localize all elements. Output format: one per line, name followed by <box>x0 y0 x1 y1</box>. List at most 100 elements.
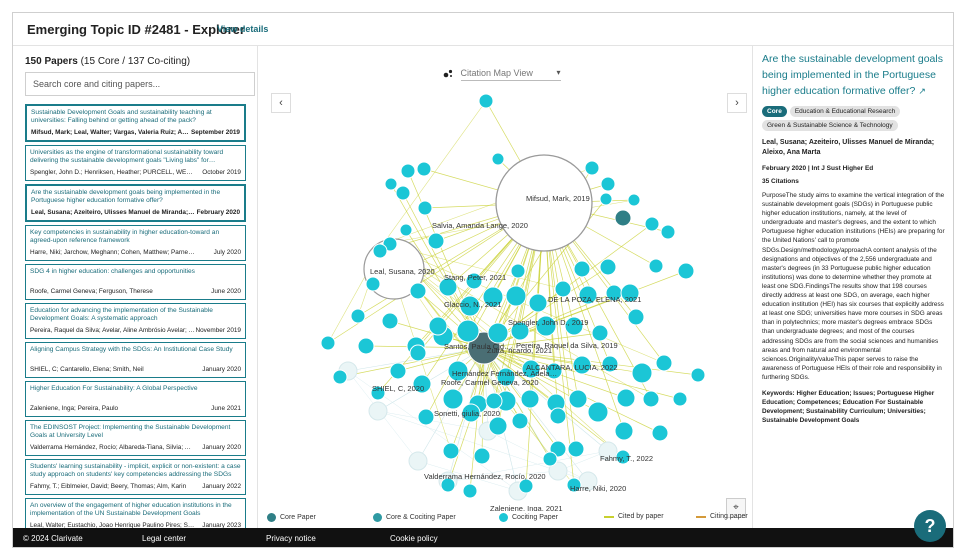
graph-node[interactable] <box>584 160 600 176</box>
graph-node[interactable] <box>511 412 529 430</box>
graph-node[interactable] <box>357 337 375 355</box>
graph-node[interactable] <box>600 176 616 192</box>
help-button[interactable]: ? <box>914 510 946 542</box>
graph-node[interactable] <box>672 391 688 407</box>
paper-card[interactable]: An overview of the engagement of higher … <box>25 498 246 528</box>
graph-node-label[interactable]: Harre, Niki, 2020 <box>570 484 626 493</box>
graph-node[interactable] <box>416 161 432 177</box>
view-details-link[interactable]: View details <box>217 24 268 34</box>
graph-node[interactable] <box>568 389 588 409</box>
view-selector[interactable]: Citation Map View ▾ <box>443 68 561 81</box>
graph-node[interactable] <box>478 93 494 109</box>
graph-node[interactable] <box>442 388 464 410</box>
graph-node[interactable] <box>518 478 534 494</box>
graph-node[interactable] <box>395 185 411 201</box>
paper-card[interactable]: Higher Education For Sustainability: A G… <box>25 381 246 417</box>
graph-node[interactable] <box>599 258 617 276</box>
graph-node[interactable] <box>400 163 416 179</box>
graph-node[interactable] <box>365 276 381 292</box>
graph-node[interactable] <box>399 223 413 237</box>
graph-node[interactable] <box>485 392 503 410</box>
graph-node-label[interactable]: Fahmy, T., 2022 <box>600 454 653 463</box>
paper-card[interactable]: Sustainable Development Goals and sustai… <box>25 104 246 142</box>
graph-node[interactable] <box>627 308 645 326</box>
graph-node[interactable] <box>442 442 460 460</box>
graph-node[interactable] <box>510 263 526 279</box>
paper-title[interactable]: SDG 4 in higher education: challenges an… <box>30 268 241 284</box>
paper-card[interactable]: The EDINSOST Project: Implementing the S… <box>25 420 246 456</box>
graph-node[interactable] <box>528 293 548 313</box>
graph-node-label[interactable]: Sonetti, giulia, 2020 <box>434 409 500 418</box>
graph-node[interactable] <box>599 192 613 206</box>
graph-node-label[interactable]: Valderrama Hernández, Rocío, 2020 <box>424 472 546 481</box>
graph-node[interactable] <box>642 390 660 408</box>
privacy-notice-link[interactable]: Privacy notice <box>266 534 316 543</box>
graph-node-label[interactable]: Glaccio, N., 2021 <box>444 300 502 309</box>
graph-node[interactable] <box>648 258 664 274</box>
graph-node[interactable] <box>332 369 348 385</box>
paper-card[interactable]: Aligning Campus Strategy with the SDGs: … <box>25 342 246 378</box>
graph-node-label[interactable]: Mifsud, Mark, 2019 <box>526 194 590 203</box>
graph-node-label[interactable]: SHIEL, C, 2020 <box>372 384 424 393</box>
graph-node[interactable] <box>614 421 634 441</box>
paper-card[interactable]: Are the sustainable development goals be… <box>25 184 246 222</box>
graph-node-label[interactable]: Zutta, ricardo, 2021 <box>487 346 552 355</box>
paper-title[interactable]: Aligning Campus Strategy with the SDGs: … <box>30 346 241 362</box>
graph-node[interactable] <box>409 344 427 362</box>
detail-title[interactable]: Are the sustainable development goals be… <box>762 51 945 99</box>
graph-node[interactable] <box>631 362 653 384</box>
graph-node[interactable] <box>520 389 540 409</box>
cookie-policy-link[interactable]: Cookie policy <box>390 534 438 543</box>
citation-map[interactable]: Mifsud, Mark, 2019 Leal, Susana, 2020 Salv… <box>258 81 752 511</box>
paper-title[interactable]: Key competencies in sustainability in hi… <box>30 229 241 245</box>
graph-node[interactable] <box>542 451 558 467</box>
graph-node[interactable] <box>417 200 433 216</box>
graph-node[interactable] <box>409 282 427 300</box>
search-input[interactable]: Search core and citing papers... <box>25 72 255 96</box>
graph-node[interactable] <box>491 152 505 166</box>
graph-node[interactable] <box>456 319 480 343</box>
graph-node[interactable] <box>428 316 448 336</box>
paper-title[interactable]: An overview of the engagement of higher … <box>30 502 241 518</box>
legal-center-link[interactable]: Legal center <box>142 534 186 543</box>
graph-node[interactable] <box>651 424 669 442</box>
graph-node-core[interactable] <box>614 209 632 227</box>
detail-title-text[interactable]: Are the sustainable development goals be… <box>762 53 943 97</box>
graph-node[interactable] <box>408 451 428 471</box>
graph-node-label[interactable]: Spengler, John D., 2019 <box>508 318 588 327</box>
paper-card[interactable]: SDG 4 in higher education: challenges an… <box>25 264 246 300</box>
graph-node[interactable] <box>573 260 591 278</box>
graph-node[interactable] <box>644 216 660 232</box>
graph-node-label[interactable]: Stang, Peter, 2021 <box>444 273 506 282</box>
graph-node[interactable] <box>487 322 509 344</box>
paper-card[interactable]: Universities as the engine of transforma… <box>25 145 246 181</box>
graph-node[interactable] <box>567 440 585 458</box>
paper-title[interactable]: Higher Education For Sustainability: A G… <box>30 385 241 401</box>
graph-node[interactable] <box>591 324 609 342</box>
graph-node[interactable] <box>627 193 641 207</box>
graph-node[interactable] <box>372 243 388 259</box>
graph-node[interactable] <box>389 362 407 380</box>
graph-node[interactable] <box>427 232 445 250</box>
graph-node[interactable] <box>320 335 336 351</box>
graph-node-label[interactable]: Roofe, Carmel Geneva, 2020 <box>441 378 539 387</box>
graph-node[interactable] <box>505 285 527 307</box>
graph-node[interactable] <box>368 401 388 421</box>
graph-node-label[interactable]: Hernández Fernández, Adela… <box>452 369 557 378</box>
paper-title[interactable]: The EDINSOST Project: Implementing the S… <box>30 424 241 440</box>
graph-node[interactable] <box>488 416 508 436</box>
graph-node[interactable] <box>473 447 491 465</box>
paper-title[interactable]: Sustainable Development Goals and sustai… <box>31 109 240 125</box>
graph-node[interactable] <box>417 408 435 426</box>
external-link-icon[interactable]: ↗ <box>918 86 926 96</box>
graph-node[interactable] <box>381 312 399 330</box>
paper-card[interactable]: Students' learning sustainability - impl… <box>25 459 246 495</box>
graph-node[interactable] <box>384 177 398 191</box>
paper-title[interactable]: Are the sustainable development goals be… <box>31 189 240 205</box>
graph-node-label[interactable]: Salvia, Amanda Lange, 2020 <box>432 221 528 230</box>
graph-node[interactable] <box>462 483 478 499</box>
graph-node[interactable] <box>549 407 567 425</box>
graph-node[interactable] <box>616 388 636 408</box>
graph-node[interactable] <box>655 354 673 372</box>
paper-card[interactable]: Education for advancing the implementati… <box>25 303 246 339</box>
